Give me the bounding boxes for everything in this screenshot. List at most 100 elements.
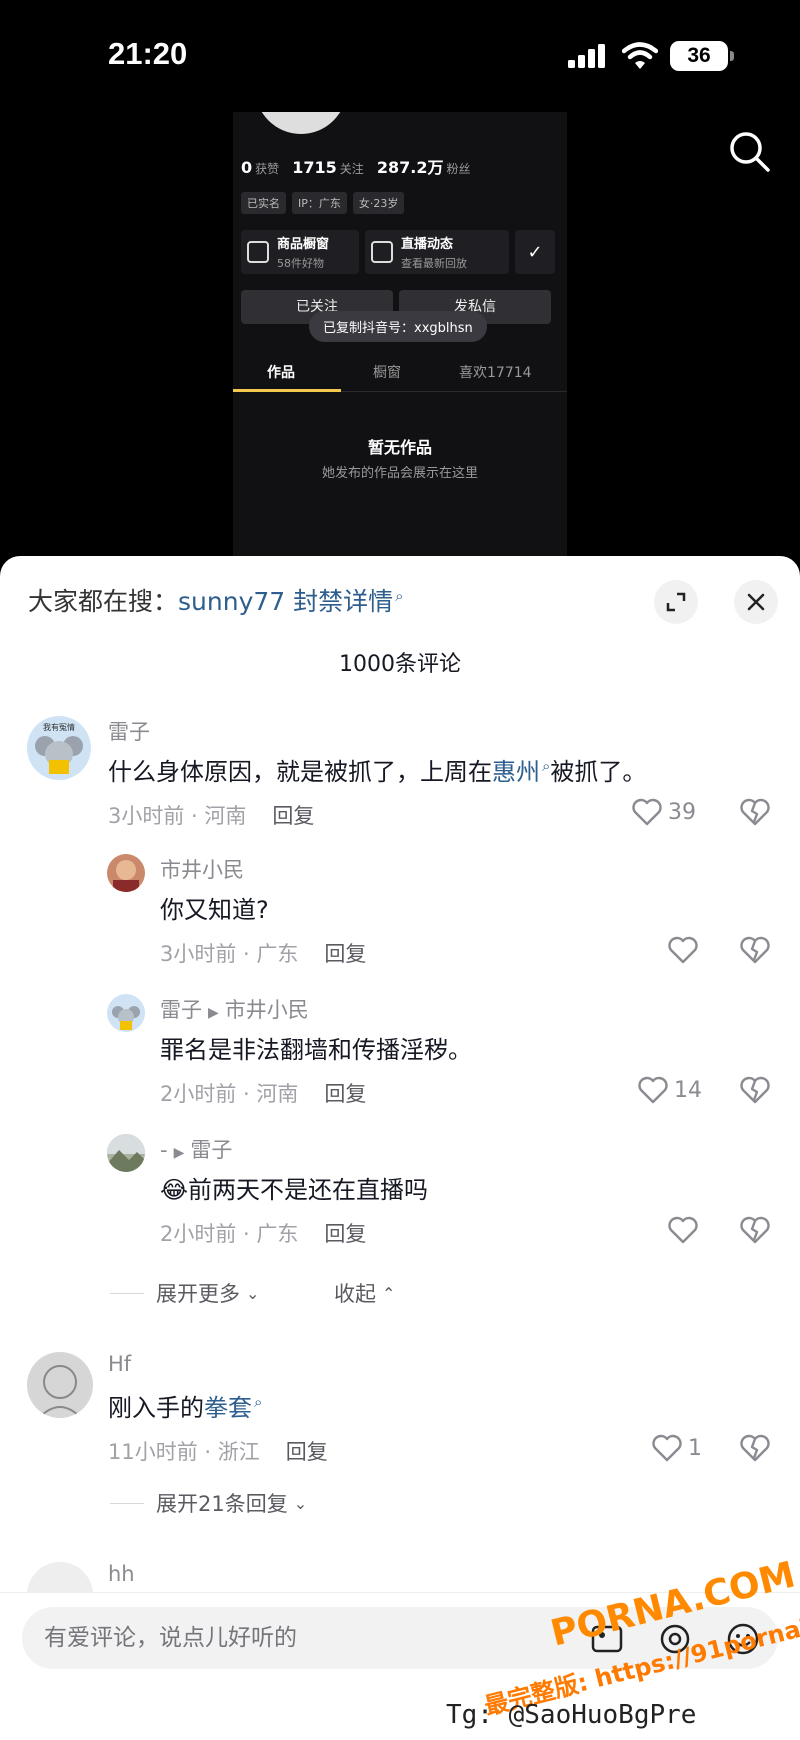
heart-icon bbox=[668, 1216, 698, 1244]
tag-ip: IP：广东 bbox=[292, 192, 347, 214]
avatar[interactable] bbox=[107, 854, 145, 892]
comment-link[interactable]: 拳套 bbox=[204, 1394, 252, 1422]
broken-heart-icon[interactable] bbox=[740, 936, 770, 964]
followers-count: 287.2万 bbox=[376, 158, 444, 177]
comment-text-part: 前两天不是还在直播吗 bbox=[188, 1176, 429, 1204]
reply-button[interactable]: 回复 bbox=[324, 1082, 366, 1106]
sketch-avatar-icon bbox=[38, 1365, 82, 1418]
wifi-icon bbox=[622, 42, 658, 69]
comment-author[interactable]: - bbox=[160, 1138, 168, 1162]
comments-sheet: 大家都在搜：sunny77 封禁详情 ⌕ 1000条评论 我有冤情 雷子 什么身体… bbox=[0, 556, 800, 1740]
shop-icon bbox=[247, 241, 269, 263]
reply-button[interactable]: 回复 bbox=[286, 1440, 328, 1464]
broken-heart-icon[interactable] bbox=[740, 1216, 770, 1244]
shop-window-card[interactable]: 商品橱窗 58件好物 bbox=[241, 230, 359, 274]
comment-text: 罪名是非法翻墙和传播淫秽。 bbox=[160, 1036, 472, 1064]
battery-icon: 36 bbox=[670, 41, 728, 71]
reply-button[interactable]: 回复 bbox=[272, 804, 314, 828]
comment-author[interactable]: Hf bbox=[108, 1352, 131, 1376]
reply-arrow-icon: ▶ bbox=[173, 1145, 185, 1161]
like-button[interactable] bbox=[668, 1216, 698, 1244]
comment-text-part: 什么身体原因，就是被抓了，上周在 bbox=[108, 758, 492, 786]
profile-avatar bbox=[255, 112, 347, 134]
likes-label: 获赞 bbox=[255, 162, 280, 176]
expand-more-button[interactable]: 展开更多 ⌄ bbox=[110, 1278, 259, 1308]
broken-heart-icon[interactable] bbox=[740, 798, 770, 826]
video-frame[interactable]: 0 获赞 1715 关注 287.2万 粉丝 已实名 IP：广东 女·23岁 商品橱窗… bbox=[233, 112, 567, 556]
trending-prefix: 大家都在搜： bbox=[28, 587, 179, 616]
search-small-icon: ⌕ bbox=[254, 1393, 263, 1411]
reply-to-author[interactable]: 雷子 bbox=[190, 1138, 232, 1162]
like-button[interactable]: 39 bbox=[632, 798, 696, 826]
collapse-button[interactable]: 收起 ⌃ bbox=[334, 1278, 395, 1308]
broken-heart-icon[interactable] bbox=[740, 1434, 770, 1462]
tag-gender-age: 女·23岁 bbox=[352, 192, 405, 214]
reply-arrow-icon: ▶ bbox=[208, 1005, 219, 1021]
comment-author[interactable]: 雷子 bbox=[160, 998, 202, 1022]
comment-author[interactable]: 市井小民 bbox=[160, 854, 244, 884]
live-card[interactable]: 直播动态 查看最新回放 bbox=[365, 230, 509, 274]
tab-shop[interactable]: 橱窗 bbox=[373, 362, 401, 382]
comment-text: 你又知道? bbox=[160, 896, 269, 924]
like-button[interactable]: 1 bbox=[652, 1434, 702, 1462]
profile-cards: 商品橱窗 58件好物 直播动态 查看最新回放 ✓ bbox=[241, 230, 555, 274]
trending-term[interactable]: sunny77 封禁详情 bbox=[178, 587, 393, 616]
avatar[interactable] bbox=[107, 1134, 145, 1172]
expand-replies-button[interactable]: 展开21条回复 ⌄ bbox=[110, 1488, 307, 1518]
watermark-handle: Tg: @SaoHuoBgPre bbox=[446, 1700, 697, 1730]
like-button[interactable]: 14 bbox=[638, 1076, 702, 1104]
cellular-signal-icon bbox=[568, 44, 605, 68]
search-small-icon: ⌕ bbox=[395, 586, 404, 605]
comment-author[interactable]: hh bbox=[108, 1562, 135, 1586]
profile-tags: 已实名 IP：广东 女·23岁 bbox=[241, 192, 405, 214]
battery-tip bbox=[730, 51, 734, 61]
tab-underline bbox=[233, 389, 341, 392]
trending-search[interactable]: 大家都在搜：sunny77 封禁详情 ⌕ bbox=[28, 582, 404, 618]
v-icon: ✓ bbox=[527, 241, 543, 263]
expand-icon bbox=[666, 592, 686, 612]
comment-author-line: 雷子 ▶ 市井小民 bbox=[160, 994, 309, 1024]
comment-meta: 3小时前 · 河南 回复 bbox=[108, 800, 314, 830]
divider-line bbox=[110, 1502, 144, 1504]
comment-time-location: 3小时前 · 广东 bbox=[160, 942, 299, 966]
comment-link[interactable]: 惠州 bbox=[492, 758, 540, 786]
comment-text-part: 被抓了。 bbox=[550, 758, 647, 786]
avatar[interactable] bbox=[107, 994, 145, 1032]
tab-likes[interactable]: 喜欢17714 bbox=[459, 362, 532, 382]
tab-works[interactable]: 作品 bbox=[267, 362, 295, 382]
comment-meta: 2小时前 · 河南 回复 bbox=[160, 1078, 366, 1108]
divider-line bbox=[110, 1292, 144, 1294]
svg-text:我有冤情: 我有冤情 bbox=[43, 722, 75, 732]
verified-v-card[interactable]: ✓ bbox=[515, 230, 555, 274]
like-count: 39 bbox=[668, 799, 696, 825]
expand-replies-label: 展开21条回复 bbox=[156, 1492, 288, 1516]
heart-icon bbox=[668, 936, 698, 964]
reply-button[interactable]: 回复 bbox=[324, 1222, 366, 1246]
like-count: 14 bbox=[674, 1077, 702, 1103]
reply-button[interactable]: 回复 bbox=[324, 942, 366, 966]
close-icon bbox=[747, 593, 765, 611]
comment-meta: 11小时前 · 浙江 回复 bbox=[108, 1436, 328, 1466]
empty-title: 暂无作品 bbox=[367, 438, 432, 457]
avatar[interactable]: 我有冤情 bbox=[27, 716, 91, 780]
avatar[interactable] bbox=[27, 1352, 93, 1418]
following-count: 1715 bbox=[292, 158, 337, 177]
close-sheet-button[interactable] bbox=[734, 580, 778, 624]
comment-count: 1000条评论 bbox=[339, 652, 461, 677]
search-icon[interactable] bbox=[728, 130, 772, 174]
profile-stats: 0 获赞 1715 关注 287.2万 粉丝 bbox=[241, 154, 479, 178]
comment-time-location: 2小时前 · 河南 bbox=[160, 1082, 299, 1106]
comment-time-location: 11小时前 · 浙江 bbox=[108, 1440, 260, 1464]
comment-time-location: 2小时前 · 广东 bbox=[160, 1222, 299, 1246]
reply-to-author[interactable]: 市井小民 bbox=[225, 998, 309, 1022]
copied-toast: 已复制抖音号：xxgblhsn bbox=[309, 311, 487, 342]
status-bar: 21:20 36 bbox=[0, 0, 800, 110]
chevron-down-icon: ⌄ bbox=[293, 1493, 308, 1513]
comment-author[interactable]: 雷子 bbox=[108, 716, 150, 746]
live-title: 直播动态 bbox=[401, 237, 454, 252]
broken-heart-icon[interactable] bbox=[740, 1076, 770, 1104]
expand-sheet-button[interactable] bbox=[654, 580, 698, 624]
chevron-down-icon: ⌄ bbox=[246, 1283, 260, 1303]
like-button[interactable] bbox=[668, 936, 698, 964]
profile-tabs: 作品 橱窗 喜欢17714 bbox=[233, 350, 567, 392]
